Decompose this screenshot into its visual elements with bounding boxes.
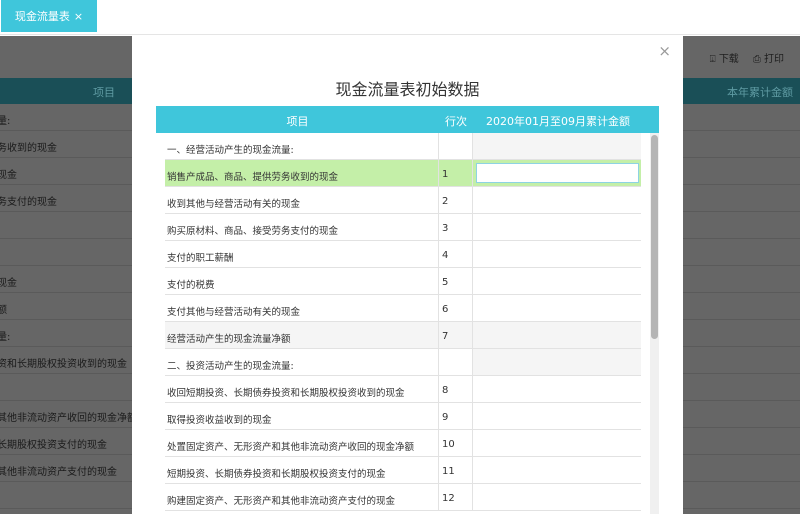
- row-item: 销售产成品、商品、提供劳务收到的现金: [165, 160, 439, 186]
- row-line: [439, 133, 473, 159]
- header-amount: 2020年01月至09月累计金额: [486, 115, 630, 128]
- row-amount-cell[interactable]: [473, 322, 641, 348]
- print-button[interactable]: ⎙ 打印: [753, 50, 784, 65]
- row-line: 7: [439, 322, 473, 348]
- row-amount-cell[interactable]: [473, 241, 641, 267]
- row-line: 11: [439, 457, 473, 483]
- row-line: 10: [439, 430, 473, 456]
- row-item: 支付其他与经营活动有关的现金: [165, 295, 439, 321]
- table-row[interactable]: 二、投资活动产生的现金流量:: [165, 349, 641, 376]
- table-row[interactable]: 购买原材料、商品、接受劳务支付的现金 3: [165, 214, 641, 241]
- row-amount-cell[interactable]: [473, 430, 641, 456]
- modal-table-body: 一、经营活动产生的现金流量: 销售产成品、商品、提供劳务收到的现金 1 收到其他与经营…: [165, 133, 641, 511]
- row-label: 量:: [0, 116, 11, 127]
- row-amount-cell[interactable]: [473, 376, 641, 402]
- row-label: 务支付的现金: [0, 197, 57, 208]
- row-item: 支付的税费: [165, 268, 439, 294]
- row-line: 12: [439, 484, 473, 510]
- row-line: 1: [439, 160, 473, 186]
- row-amount-cell[interactable]: [473, 160, 641, 186]
- table-row[interactable]: 购建固定资产、无形资产和其他非流动资产支付的现金 12: [165, 484, 641, 511]
- row-amount-cell[interactable]: [473, 403, 641, 429]
- row-item: 一、经营活动产生的现金流量:: [165, 133, 439, 159]
- row-item: 二、投资活动产生的现金流量:: [165, 349, 439, 375]
- row-amount-cell[interactable]: [473, 349, 641, 375]
- toolbar: ⍗ 下载 ⎙ 打印: [710, 36, 800, 78]
- row-item: 处置固定资产、无形资产和其他非流动资产收回的现金净额: [165, 430, 439, 456]
- row-line: 3: [439, 214, 473, 240]
- close-icon[interactable]: ×: [658, 42, 671, 60]
- table-row[interactable]: 支付的税费 5: [165, 268, 641, 295]
- row-amount-cell[interactable]: [473, 295, 641, 321]
- row-label: 其他非流动资产支付的现金: [0, 467, 117, 478]
- tab-close-icon[interactable]: ×: [74, 10, 83, 23]
- table-row[interactable]: 经营活动产生的现金流量净额 7: [165, 322, 641, 349]
- row-line: 8: [439, 376, 473, 402]
- row-item: 购建固定资产、无形资产和其他非流动资产支付的现金: [165, 484, 439, 510]
- header-item: 项目: [93, 86, 115, 99]
- table-row[interactable]: 支付其他与经营活动有关的现金 6: [165, 295, 641, 322]
- modal-title: 现金流量表初始数据: [335, 80, 480, 99]
- tab-cash-flow[interactable]: 现金流量表 ×: [1, 0, 97, 32]
- header-item: 项目: [286, 115, 309, 128]
- initial-data-modal: × 现金流量表初始数据 项目 行次 2020年01月至09月累计金额 一、经营活…: [132, 36, 683, 514]
- row-item: 收到其他与经营活动有关的现金: [165, 187, 439, 213]
- amount-input[interactable]: [476, 163, 639, 183]
- row-line: 2: [439, 187, 473, 213]
- row-label: 长期股权投资支付的现金: [0, 440, 107, 451]
- row-amount-cell[interactable]: [473, 133, 641, 159]
- table-row[interactable]: 销售产成品、商品、提供劳务收到的现金 1: [165, 160, 641, 187]
- scrollbar-thumb[interactable]: [651, 135, 658, 339]
- row-line: [439, 349, 473, 375]
- table-row[interactable]: 短期投资、长期债券投资和长期股权投资支付的现金 11: [165, 457, 641, 484]
- download-icon: ⍗: [709, 53, 716, 65]
- row-label: 其他非流动资产收回的现金净额: [0, 413, 137, 424]
- download-button[interactable]: ⍗ 下载: [710, 50, 739, 65]
- row-amount-cell[interactable]: [473, 187, 641, 213]
- row-item: 收回短期投资、长期债券投资和长期股权投资收到的现金: [165, 376, 439, 402]
- row-label: 资和长期股权投资收到的现金: [0, 359, 127, 370]
- row-label: 量:: [0, 332, 11, 343]
- header-line: 行次: [445, 115, 467, 128]
- row-item: 购买原材料、商品、接受劳务支付的现金: [165, 214, 439, 240]
- table-row[interactable]: 支付的职工薪酬 4: [165, 241, 641, 268]
- table-row[interactable]: 收到其他与经营活动有关的现金 2: [165, 187, 641, 214]
- row-line: 6: [439, 295, 473, 321]
- table-row[interactable]: 处置固定资产、无形资产和其他非流动资产收回的现金净额 10: [165, 430, 641, 457]
- row-line: 4: [439, 241, 473, 267]
- table-row[interactable]: 收回短期投资、长期债券投资和长期股权投资收到的现金 8: [165, 376, 641, 403]
- row-item: 短期投资、长期债券投资和长期股权投资支付的现金: [165, 457, 439, 483]
- printer-icon: ⎙: [752, 53, 761, 65]
- row-amount-cell[interactable]: [473, 268, 641, 294]
- row-label: 务收到的现金: [0, 143, 57, 154]
- row-amount-cell[interactable]: [473, 484, 641, 510]
- row-amount-cell[interactable]: [473, 457, 641, 483]
- row-line: 5: [439, 268, 473, 294]
- tab-bar: 现金流量表 ×: [0, 0, 800, 35]
- row-label: 现金: [0, 278, 17, 289]
- tab-label: 现金流量表: [14, 10, 70, 23]
- row-line: 9: [439, 403, 473, 429]
- row-item: 经营活动产生的现金流量净额: [165, 322, 439, 348]
- header-amount: 本年累计金额: [727, 86, 793, 99]
- row-item: 取得投资收益收到的现金: [165, 403, 439, 429]
- scrollbar[interactable]: [650, 133, 659, 514]
- row-label: 额: [0, 301, 7, 316]
- row-amount-cell[interactable]: [473, 214, 641, 240]
- row-item: 支付的职工薪酬: [165, 241, 439, 267]
- table-row[interactable]: 取得投资收益收到的现金 9: [165, 403, 641, 430]
- row-label: 现金: [0, 170, 17, 181]
- modal-table-header: 项目 行次 2020年01月至09月累计金额: [156, 106, 659, 133]
- table-row[interactable]: 一、经营活动产生的现金流量:: [165, 133, 641, 160]
